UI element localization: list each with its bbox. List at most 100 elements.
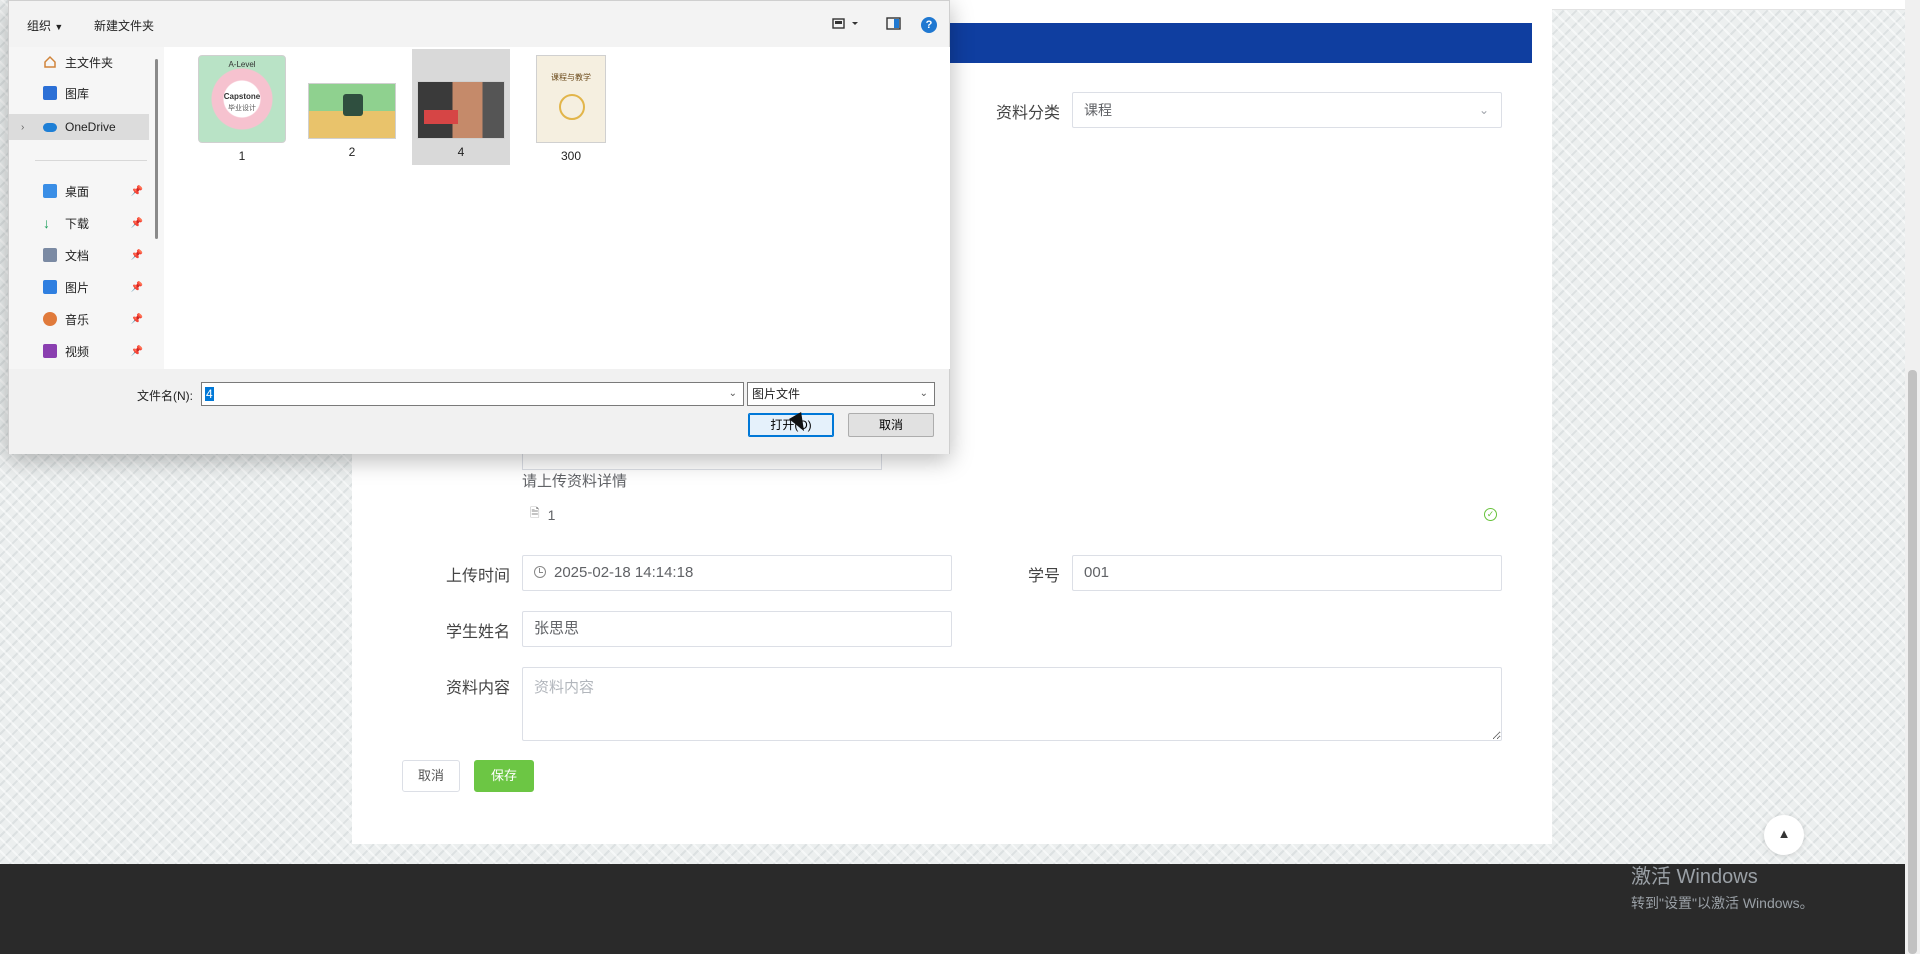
filetype-value: 图片文件	[752, 387, 801, 401]
home-icon	[43, 55, 57, 69]
thumb-text: 课程与教学	[551, 73, 591, 82]
file-item[interactable]: A-Level Capstone 毕业设计 1	[193, 51, 291, 167]
file-name: 1	[238, 149, 246, 163]
thumb-text: Capstone	[223, 92, 261, 101]
organize-label: 组织	[27, 19, 52, 33]
chevron-down-icon: ⌄	[1478, 103, 1489, 117]
pin-icon: 📌	[130, 217, 143, 229]
nav-item-downloads[interactable]: ↓ 下载 📌	[9, 210, 149, 236]
pin-icon: 📌	[130, 345, 143, 357]
content-label: 资料内容	[446, 680, 511, 697]
category-value: 课程	[1084, 102, 1112, 118]
nav-item-videos[interactable]: 视频 📌	[9, 338, 149, 364]
nav-label: 下载	[65, 216, 90, 231]
music-icon	[43, 312, 57, 326]
nav-label: 音乐	[65, 312, 90, 327]
nav-label: 视频	[65, 344, 90, 359]
thumb-figure	[343, 94, 363, 116]
filename-label: 文件名(N):	[137, 389, 193, 403]
file-item[interactable]: 2	[303, 51, 401, 167]
form-cancel-button[interactable]: 取消	[402, 760, 460, 792]
category-select[interactable]: 课程 ⌄	[1072, 92, 1502, 128]
student-name-label: 学生姓名	[446, 624, 511, 641]
preview-pane-icon[interactable]	[886, 17, 902, 34]
category-label: 资料分类	[996, 105, 1061, 122]
nav-item-onedrive[interactable]: › OneDrive	[9, 114, 149, 140]
file-item[interactable]: 课程与教学 300	[522, 51, 620, 167]
gallery-icon	[43, 86, 57, 100]
chevron-down-icon[interactable]: ⌄	[729, 383, 737, 405]
filename-value: 4	[205, 387, 214, 401]
nav-item-desktop[interactable]: 桌面 📌	[9, 178, 149, 204]
upload-hint: 请上传资料详情	[522, 473, 628, 490]
filename-input[interactable]: 4 ⌄	[201, 382, 744, 406]
nav-label: 图库	[65, 86, 90, 101]
nav-divider	[35, 160, 147, 161]
nav-item-documents[interactable]: 文档 📌	[9, 242, 149, 268]
file-icon: 🗎	[530, 506, 540, 520]
new-folder-button[interactable]: 新建文件夹	[94, 17, 154, 34]
page-scrollbar-thumb[interactable]	[1908, 370, 1917, 954]
back-to-top-button[interactable]: ▲	[1764, 815, 1804, 855]
student-id-input[interactable]: 001	[1072, 555, 1502, 591]
student-id-label: 学号	[1028, 568, 1061, 585]
nav-label: 文档	[65, 248, 90, 263]
desktop-icon	[43, 184, 57, 198]
upload-success-icon: ✓	[1484, 508, 1497, 521]
thumb-banner	[424, 110, 458, 124]
file-thumbnail: 课程与教学	[536, 55, 606, 143]
pin-icon: 📌	[130, 249, 143, 261]
chevron-down-icon: ⌄	[919, 388, 928, 399]
student-name-input[interactable]: 张思思	[522, 611, 952, 647]
nav-item-gallery[interactable]: 图库	[9, 80, 149, 106]
save-button[interactable]: 保存	[474, 760, 534, 792]
nav-item-music[interactable]: 音乐 📌	[9, 306, 149, 332]
upload-time-value: 2025-02-18 14:14:18	[554, 564, 694, 581]
navigation-pane: 主文件夹 图库 › OneDrive 桌面 📌 ↓ 下载 📌 文档 📌 图片 📌…	[9, 47, 155, 369]
nav-label: 主文件夹	[65, 55, 114, 70]
pin-icon: 📌	[130, 313, 143, 325]
student-id-value: 001	[1084, 564, 1110, 581]
thumb-text: A-Level	[228, 60, 256, 69]
student-name-value: 张思思	[534, 620, 580, 637]
file-name: 2	[348, 145, 356, 159]
activation-line-2: 转到"设置"以激活 Windows。	[1631, 895, 1814, 911]
help-icon[interactable]: ?	[921, 17, 937, 33]
file-name: 300	[560, 149, 582, 163]
file-thumbnail	[417, 81, 505, 139]
nav-item-pictures[interactable]: 图片 📌	[9, 274, 149, 300]
upload-time-input[interactable]: 2025-02-18 14:14:18	[522, 555, 952, 591]
chevron-right-icon: ›	[21, 121, 25, 133]
uploaded-file-item[interactable]: 🗎 1	[530, 504, 555, 525]
activation-line-1: 激活 Windows	[1631, 866, 1758, 888]
cloud-icon	[43, 122, 57, 132]
view-options-icon[interactable]	[832, 17, 860, 34]
thumb-emblem	[559, 94, 585, 120]
pin-icon: 📌	[130, 281, 143, 293]
nav-label: OneDrive	[65, 120, 116, 134]
upload-time-label: 上传时间	[446, 568, 511, 585]
content-textarea[interactable]	[522, 667, 1502, 741]
organize-menu[interactable]: 组织 ▼	[27, 17, 63, 34]
uploaded-file-name: 1	[547, 506, 556, 523]
dialog-toolbar: 组织 ▼ 新建文件夹 ?	[9, 1, 949, 47]
pictures-icon	[43, 280, 57, 294]
clock-icon	[534, 566, 546, 578]
thumb-text: 毕业设计	[228, 105, 256, 112]
file-item-selected[interactable]: 4	[412, 49, 510, 165]
video-icon	[43, 344, 57, 358]
nav-label: 图片	[65, 280, 90, 295]
file-name: 4	[457, 145, 465, 159]
pin-icon: 📌	[130, 185, 143, 197]
caret-down-icon: ▼	[54, 22, 64, 32]
file-thumbnail	[308, 83, 396, 139]
file-list-pane: A-Level Capstone 毕业设计 1 2 4 课程与教学 300	[164, 47, 950, 369]
file-thumbnail: A-Level Capstone 毕业设计	[198, 55, 286, 143]
nav-item-home[interactable]: 主文件夹	[9, 49, 149, 75]
filetype-select[interactable]: 图片文件 ⌄	[747, 382, 935, 406]
nav-label: 桌面	[65, 184, 90, 199]
dialog-cancel-button[interactable]: 取消	[848, 413, 934, 437]
download-icon: ↓	[43, 215, 50, 231]
nav-scrollbar[interactable]	[155, 59, 158, 239]
windows-activation-watermark: 激活 Windows 转到"设置"以激活 Windows。	[1631, 860, 1814, 913]
